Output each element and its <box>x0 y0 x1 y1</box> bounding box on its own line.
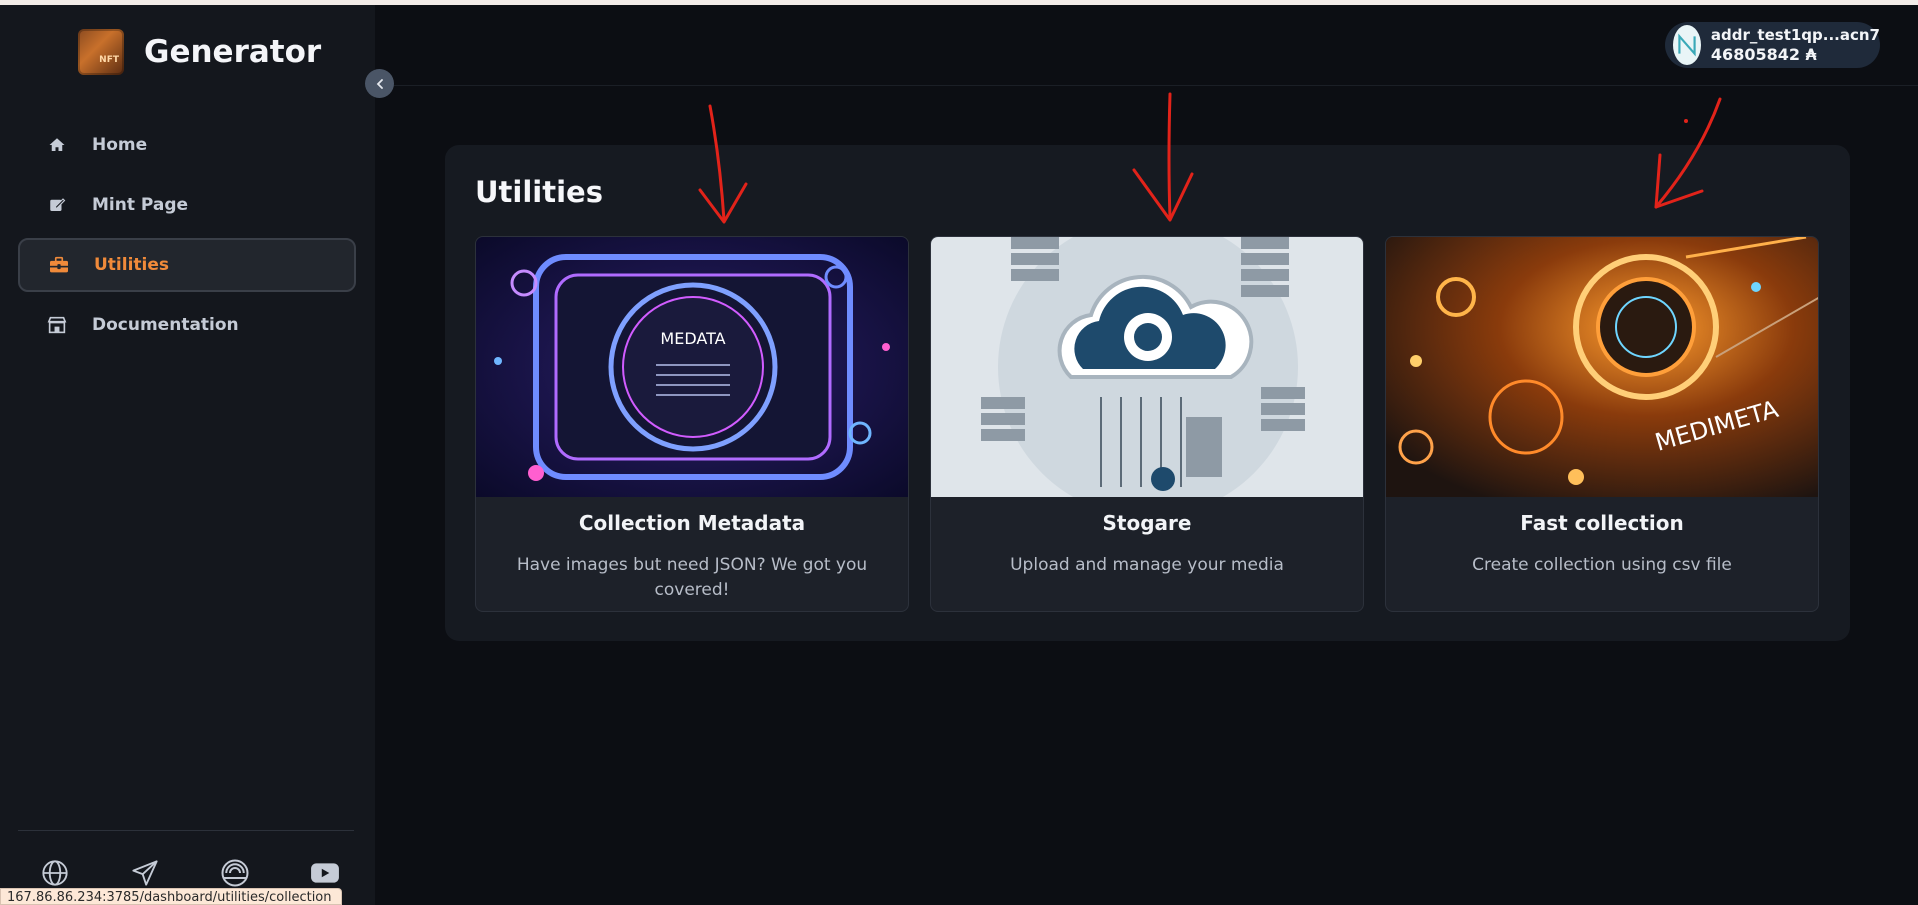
signal-icon[interactable] <box>220 858 250 888</box>
nft-cube-logo-icon: NFT <box>78 29 124 75</box>
card-description: Upload and manage your media <box>1010 555 1284 575</box>
sidebar-item-mint-page[interactable]: Mint Page <box>18 178 356 232</box>
logo-text: NFT <box>99 55 119 65</box>
sidebar-item-label: Home <box>92 135 148 155</box>
youtube-icon[interactable] <box>310 858 340 888</box>
status-bar-url: 167.86.86.234:3785/dashboard/utilities/c… <box>0 888 342 905</box>
sidebar-nav: Home Mint Page Utilities Documentation <box>18 118 356 358</box>
globe-icon[interactable] <box>40 858 70 888</box>
wallet-button[interactable]: addr_test1qp...acn7 46805842 ₳ <box>1665 22 1880 68</box>
sidebar-item-documentation[interactable]: Documentation <box>18 298 356 352</box>
sidebar-collapse-button[interactable] <box>365 69 394 98</box>
image-caption: MEDATA <box>660 329 725 348</box>
card-fast-collection[interactable]: MEDIMETA Fast collection Create collecti… <box>1385 236 1819 612</box>
home-icon <box>46 134 68 156</box>
toolbox-icon <box>48 254 70 276</box>
wallet-balance: 46805842 ₳ <box>1710 45 1817 64</box>
sidebar-item-label: Documentation <box>92 315 239 335</box>
collection-metadata-image: MEDATA <box>476 237 908 497</box>
annotation-arrow-2 <box>1132 92 1194 222</box>
annotation-arrow-1 <box>698 104 748 224</box>
card-title: Fast collection <box>1520 511 1684 535</box>
sidebar-item-label: Utilities <box>94 255 170 275</box>
sidebar-item-label: Mint Page <box>92 195 189 215</box>
edit-icon <box>46 194 68 216</box>
storage-image <box>931 237 1363 497</box>
card-title: Collection Metadata <box>578 511 806 535</box>
page-title: Utilities <box>475 175 603 209</box>
chevron-left-icon <box>376 78 383 89</box>
card-description: Create collection using csv file <box>1472 555 1732 575</box>
social-links <box>40 858 340 888</box>
send-icon[interactable] <box>130 858 160 888</box>
store-icon <box>46 314 68 336</box>
fast-collection-image: MEDIMETA <box>1386 237 1818 497</box>
annotation-arrow-3 <box>1654 97 1722 209</box>
wallet-address: addr_test1qp...acn7 <box>1710 26 1880 44</box>
card-storage[interactable]: Stogare Upload and manage your media <box>930 236 1364 612</box>
sidebar-divider <box>18 830 354 831</box>
sidebar-item-home[interactable]: Home <box>18 118 356 172</box>
card-description: Have images but need JSON? We got you co… <box>516 555 868 600</box>
header-divider <box>375 85 1918 86</box>
app-title: Generator <box>144 34 322 70</box>
card-collection-metadata[interactable]: MEDATA Collection Metadata Have images b… <box>475 236 909 612</box>
sidebar-item-utilities[interactable]: Utilities <box>18 238 356 292</box>
brand[interactable]: NFT Generator <box>78 29 321 75</box>
card-title: Stogare <box>1102 511 1192 535</box>
wallet-avatar-icon <box>1673 25 1701 65</box>
sidebar: NFT Generator Home Mint Page Utilities D… <box>0 5 375 905</box>
